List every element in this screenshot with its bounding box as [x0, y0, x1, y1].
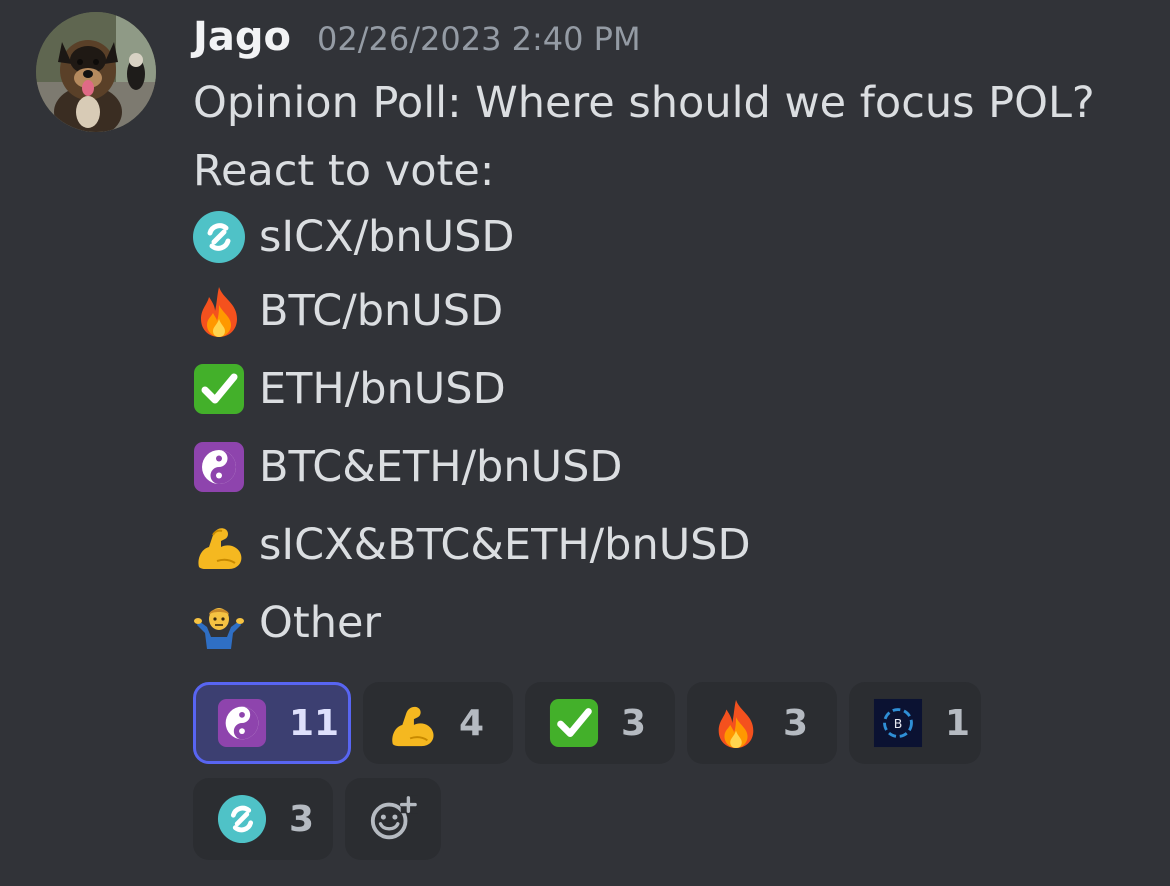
add-reaction-icon: [370, 795, 418, 840]
poll-option: sICX&BTC&ETH/bnUSD: [193, 512, 751, 578]
reaction-flexed-biceps[interactable]: 4: [363, 682, 513, 764]
chat-message: Jago 02/26/2023 2:40 PM Opinion Poll: Wh…: [0, 0, 1170, 886]
balanced-logo-icon: B: [873, 698, 923, 748]
message-line-title: Opinion Poll: Where should we focus POL?: [193, 70, 1095, 136]
poll-option-label: sICX&BTC&ETH/bnUSD: [259, 520, 751, 570]
poll-option-label: BTC/bnUSD: [259, 286, 504, 336]
reaction-count: 3: [783, 702, 809, 744]
yin-yang-icon: [194, 442, 244, 492]
poll-option-label: Other: [259, 598, 382, 648]
poll-option-label: ETH/bnUSD: [259, 364, 506, 414]
check-mark-icon: [549, 698, 599, 748]
icx-icon: [217, 794, 267, 844]
dog-photo-icon: [36, 12, 156, 132]
poll-option: Other: [193, 590, 381, 656]
poll-option: ETH/bnUSD: [193, 356, 506, 422]
reaction-count: 3: [621, 702, 647, 744]
fire-icon: [718, 699, 754, 748]
avatar[interactable]: [36, 12, 156, 132]
message-text: Opinion Poll: Where should we focus POL?: [193, 78, 1095, 128]
reaction-count: 4: [459, 702, 485, 744]
poll-option: sICX/bnUSD: [193, 204, 514, 270]
fire-icon: [201, 287, 237, 337]
poll-option: BTC&ETH/bnUSD: [193, 434, 622, 500]
message-text: React to vote:: [193, 146, 495, 196]
shrug-icon: [194, 608, 244, 649]
add-reaction-button[interactable]: [345, 778, 441, 860]
reaction-count: 3: [289, 798, 315, 840]
flexed-biceps-icon: [392, 706, 434, 747]
message-line-instruction: React to vote:: [193, 138, 494, 204]
check-mark-icon: [194, 364, 244, 414]
reaction-count: 1: [945, 702, 971, 744]
yin-yang-icon: [217, 698, 267, 748]
reaction-count: 11: [289, 702, 340, 744]
balanced-logo-text: B: [894, 716, 903, 731]
reaction-yin-yang[interactable]: 11: [193, 682, 351, 764]
timestamp[interactable]: 02/26/2023 2:40 PM: [317, 20, 641, 58]
flexed-biceps-icon: [198, 528, 242, 569]
poll-option: BTC/bnUSD: [193, 278, 503, 344]
poll-option-label: sICX/bnUSD: [259, 212, 515, 262]
username[interactable]: Jago: [193, 14, 291, 60]
reaction-balanced-logo[interactable]: B 1: [849, 682, 981, 764]
reaction-fire[interactable]: 3: [687, 682, 837, 764]
reaction-check-mark[interactable]: 3: [525, 682, 675, 764]
message-header: Jago 02/26/2023 2:40 PM: [193, 14, 641, 66]
poll-option-label: BTC&ETH/bnUSD: [259, 442, 623, 492]
reaction-icx[interactable]: 3: [193, 778, 333, 860]
icx-icon: [193, 211, 245, 263]
